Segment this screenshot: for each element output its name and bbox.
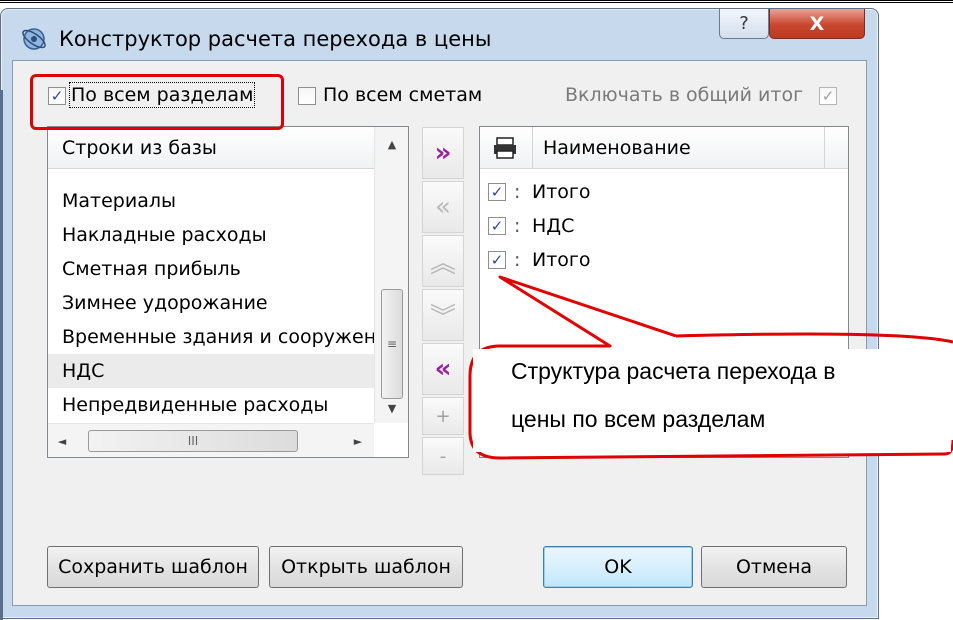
ok-button[interactable]: OK bbox=[543, 546, 693, 588]
row-checkbox[interactable]: ✓ bbox=[488, 217, 506, 235]
right-list-row[interactable]: ✓ : НДС bbox=[488, 211, 574, 241]
open-template-button[interactable]: Открыть шаблон bbox=[269, 546, 463, 588]
save-template-button[interactable]: Сохранить шаблон bbox=[47, 546, 259, 588]
scroll-down-icon[interactable]: ▼ bbox=[375, 395, 409, 421]
scroll-up-icon[interactable]: ▲ bbox=[375, 131, 409, 157]
header-divider bbox=[532, 126, 533, 169]
scroll-right-icon[interactable]: ► bbox=[818, 424, 846, 458]
dialog-client-area: ✓ По всем разделам По всем сметам Включа… bbox=[12, 60, 867, 606]
row-separator: : bbox=[514, 215, 521, 237]
remove-all-button[interactable]: « bbox=[422, 343, 464, 395]
all-estimates-checkbox[interactable] bbox=[298, 87, 316, 105]
right-list-header-row: Наименование bbox=[480, 126, 848, 169]
left-list-item[interactable]: Временные здания и сооружения bbox=[48, 320, 374, 354]
window-left-edge bbox=[0, 90, 3, 620]
row-checkbox[interactable]: ✓ bbox=[488, 251, 506, 269]
printer-icon bbox=[494, 136, 516, 159]
left-list-item[interactable]: Непредвиденные расходы bbox=[48, 388, 374, 422]
row-name: НДС bbox=[532, 215, 575, 237]
scroll-left-icon[interactable]: ◄ bbox=[480, 424, 508, 458]
page-top-rule-2 bbox=[0, 2, 953, 3]
left-list-item[interactable]: Зимнее удорожание bbox=[48, 286, 374, 320]
left-hscroll-thumb[interactable]: III bbox=[88, 430, 298, 452]
app-icon bbox=[22, 28, 46, 50]
right-hscroll-thumb[interactable]: III bbox=[514, 430, 744, 452]
left-list-item[interactable]: Накладные расходы bbox=[48, 218, 374, 252]
cancel-button[interactable]: Отмена bbox=[701, 546, 847, 588]
left-list-item-selected[interactable]: НДС bbox=[48, 354, 374, 388]
move-down-button[interactable]: ︾ bbox=[422, 289, 464, 341]
remove-item-button[interactable]: « bbox=[422, 181, 464, 233]
row-name: Итого bbox=[532, 181, 591, 203]
add-item-button[interactable]: » bbox=[422, 127, 464, 179]
plus-button[interactable]: + bbox=[422, 397, 464, 435]
callout-text-line1: Структура расчета перехода в bbox=[511, 358, 836, 384]
page-top-rule bbox=[0, 0, 953, 1]
left-list-header[interactable]: Строки из базы bbox=[48, 127, 374, 169]
right-list-row[interactable]: ✓ : Итого bbox=[488, 245, 591, 275]
help-button[interactable]: ? bbox=[719, 9, 769, 39]
scroll-right-icon[interactable]: ► bbox=[344, 424, 372, 458]
highlight-box bbox=[30, 74, 284, 130]
right-list-header[interactable]: Наименование bbox=[543, 137, 691, 159]
left-vertical-scrollbar[interactable]: ▲ ≡ ▼ bbox=[374, 127, 408, 423]
all-estimates-label[interactable]: По всем сметам bbox=[323, 84, 482, 106]
close-button[interactable]: X bbox=[769, 9, 865, 39]
header-divider bbox=[824, 127, 825, 169]
include-total-label: Включать в общий итог bbox=[565, 84, 804, 106]
row-checkbox[interactable]: ✓ bbox=[488, 183, 506, 201]
left-scroll-thumb[interactable]: ≡ bbox=[381, 289, 403, 399]
minus-button[interactable]: - bbox=[422, 437, 464, 475]
left-list-item[interactable]: Материалы bbox=[48, 184, 374, 218]
window-title: Конструктор расчета перехода в цены bbox=[59, 27, 492, 51]
move-up-button[interactable]: ︽ bbox=[422, 235, 464, 287]
left-list-item[interactable]: Сметная прибыль bbox=[48, 252, 374, 286]
scroll-left-icon[interactable]: ◄ bbox=[48, 424, 76, 458]
callout-text-line2: цены по всем разделам bbox=[511, 406, 766, 432]
right-list-row[interactable]: ✓ : Итого bbox=[488, 177, 591, 207]
row-name: Итого bbox=[532, 249, 591, 271]
row-separator: : bbox=[514, 249, 521, 271]
left-list-panel: Строки из базы Материалы Накладные расхо… bbox=[47, 126, 409, 458]
left-horizontal-scrollbar[interactable]: ◄ III ► bbox=[48, 423, 374, 457]
include-total-checkbox: ✓ bbox=[819, 87, 837, 105]
row-separator: : bbox=[514, 181, 521, 203]
